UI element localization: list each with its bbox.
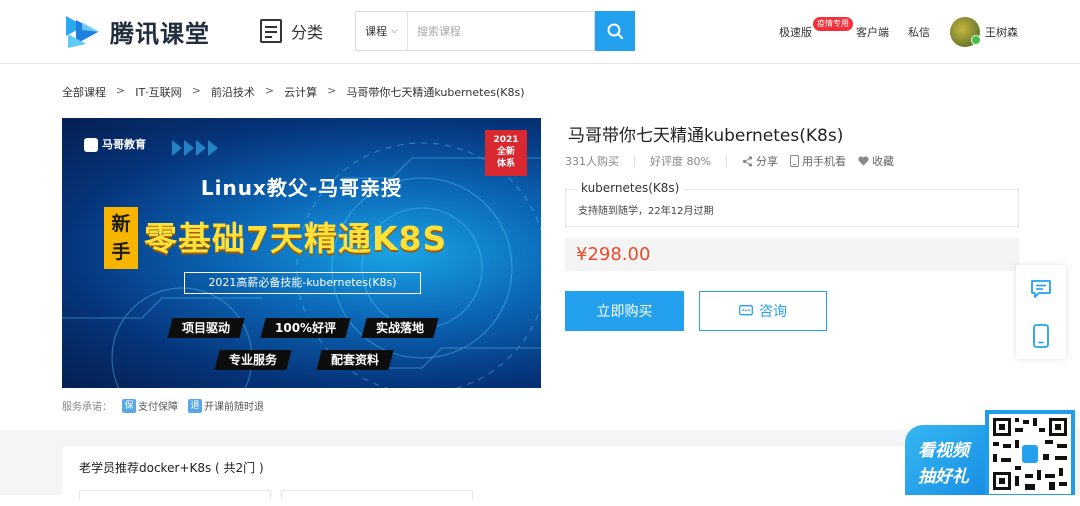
package-card[interactable] bbox=[79, 490, 271, 500]
cover-subtitle: Linux教父-马哥亲授 bbox=[200, 176, 403, 200]
share-button[interactable]: 分享 bbox=[742, 153, 778, 169]
divider bbox=[634, 155, 635, 167]
cover-brand: 马哥教育 bbox=[102, 138, 146, 151]
newbie-line2: 手 bbox=[111, 241, 131, 263]
cover-pill: 配套资料 bbox=[316, 350, 394, 370]
tag-line2: 体系 bbox=[496, 159, 515, 169]
share-label: 分享 bbox=[755, 155, 778, 168]
client-link[interactable]: 客户端 bbox=[856, 24, 889, 40]
consult-button[interactable]: 咨询 bbox=[699, 291, 827, 331]
cover-main-title: 零基础7天精通K8S bbox=[144, 219, 448, 258]
search-button[interactable] bbox=[595, 11, 635, 51]
newbie-tag: 新 手 bbox=[104, 207, 138, 269]
course-title: 马哥带你七天精通kubernetes(K8s) bbox=[568, 126, 844, 146]
epidemic-badge: 疫情专用 bbox=[813, 17, 853, 31]
breadcrumb: 全部课程 > IT·互联网 > 前沿技术 > 云计算 > 马哥带你七天精通kub… bbox=[62, 84, 525, 100]
mobile-app-button[interactable] bbox=[1016, 312, 1066, 359]
plan-description: 支持随到随学，22年12月过期 bbox=[578, 206, 714, 217]
course-price: ¥298.00 bbox=[576, 244, 651, 265]
breadcrumb-item[interactable]: 云计算 bbox=[284, 84, 317, 100]
feedback-button[interactable] bbox=[1016, 265, 1066, 312]
chevron-right-icon: > bbox=[191, 84, 201, 97]
refund-icon: 退 bbox=[188, 398, 202, 413]
mobile-view-button[interactable]: 用手机看 bbox=[789, 153, 846, 169]
service-item-label: 支付保障 bbox=[138, 402, 178, 413]
logo-text: 腾讯课堂 bbox=[110, 19, 210, 48]
chevron-down-icon: ⌵ bbox=[391, 26, 398, 36]
buy-now-button[interactable]: 立即购买 bbox=[565, 291, 684, 331]
service-item[interactable]: 退 开课前随时退 bbox=[188, 398, 264, 413]
chevron-right-icon: > bbox=[116, 84, 126, 97]
chevron-right-icon: > bbox=[264, 84, 275, 97]
share-icon bbox=[742, 155, 753, 167]
play-logo-icon bbox=[62, 12, 104, 50]
service-item-label: 开课前随时退 bbox=[204, 402, 264, 413]
qr-code-panel[interactable] bbox=[985, 410, 1075, 495]
newbie-line1: 新 bbox=[111, 213, 131, 235]
plan-name[interactable]: kubernetes(K8s) bbox=[577, 181, 684, 195]
qr-code-graphic bbox=[993, 418, 1067, 490]
message-link[interactable]: 私信 bbox=[908, 24, 930, 40]
cover-pill: 100%好评 bbox=[260, 318, 351, 338]
qr-code bbox=[989, 414, 1071, 494]
divider bbox=[725, 155, 727, 167]
list-icon bbox=[260, 19, 282, 43]
favorite-label: 收藏 bbox=[871, 155, 894, 168]
consult-label: 咨询 bbox=[759, 304, 787, 320]
category-menu[interactable]: 分类 bbox=[260, 19, 323, 43]
floating-toolbar bbox=[1016, 265, 1066, 359]
tag-year: 2021 bbox=[493, 135, 519, 145]
chat-icon bbox=[739, 305, 753, 316]
message-icon bbox=[1031, 279, 1051, 298]
tag-line1: 全新 bbox=[496, 147, 515, 157]
promo-line1: 看视频 bbox=[918, 441, 969, 461]
package-card[interactable] bbox=[281, 490, 473, 500]
search-input[interactable] bbox=[407, 11, 595, 51]
favorite-button[interactable]: 收藏 bbox=[858, 153, 894, 169]
breadcrumb-current: 马哥带你七天精通kubernetes(K8s) bbox=[346, 86, 525, 99]
cover-pill: 实战落地 bbox=[361, 318, 439, 338]
tencent-classroom-logo[interactable]: 腾讯课堂 bbox=[62, 12, 210, 50]
heart-icon bbox=[858, 156, 869, 166]
service-item[interactable]: 保 支付保障 bbox=[122, 398, 178, 413]
guarantee-icon: 保 bbox=[122, 398, 136, 413]
year-tag: 2021 全新 体系 bbox=[485, 130, 527, 176]
course-meta: 331人购买 好评度 80% 分享 用手机看 收藏 bbox=[565, 153, 906, 169]
breadcrumb-item[interactable]: 前沿技术 bbox=[211, 84, 255, 100]
chevron-right-icon: > bbox=[327, 84, 337, 97]
course-cover-image[interactable]: 马哥教育 2021 全新 体系 Linux教父-马哥亲授 新 手 零基础7天精通… bbox=[62, 118, 541, 388]
mobile-icon bbox=[1033, 323, 1049, 348]
rating: 好评度 80% bbox=[650, 155, 711, 168]
cover-pill: 专业服务 bbox=[214, 350, 292, 370]
category-label: 分类 bbox=[291, 23, 324, 42]
package-title: 老学员推荐docker+K8s ( 共2门 ) bbox=[79, 461, 264, 475]
breadcrumb-item[interactable]: IT·互联网 bbox=[135, 84, 181, 100]
mobile-view-label: 用手机看 bbox=[801, 155, 846, 168]
search-type-label: 课程 bbox=[365, 25, 388, 38]
username-link[interactable]: 王树森 bbox=[985, 24, 1018, 40]
search-type-select[interactable]: 课程 ⌵ bbox=[355, 11, 407, 51]
wechat-status-icon bbox=[971, 35, 981, 45]
cover-pill: 项目驱动 bbox=[167, 318, 245, 338]
phone-icon bbox=[789, 155, 799, 167]
breadcrumb-item[interactable]: 全部课程 bbox=[62, 84, 106, 100]
service-promise: 服务承诺： 保 支付保障 退 开课前随时退 bbox=[62, 398, 264, 413]
top-header: 腾讯课堂 分类 课程 ⌵ 极速版 疫情专用 客户端 私信 王树森 bbox=[0, 0, 1080, 64]
service-label: 服务承诺： bbox=[62, 402, 112, 413]
lite-version-link[interactable]: 极速版 bbox=[779, 24, 812, 40]
buyer-count: 331人购买 bbox=[565, 155, 619, 168]
search-icon bbox=[607, 23, 623, 39]
cover-banner: 2021高薪必备技能-kubernetes(K8s) bbox=[184, 272, 421, 294]
buy-now-label: 立即购买 bbox=[596, 304, 653, 320]
search-bar: 课程 ⌵ bbox=[355, 11, 635, 51]
promo-line2: 抽好礼 bbox=[918, 467, 969, 487]
